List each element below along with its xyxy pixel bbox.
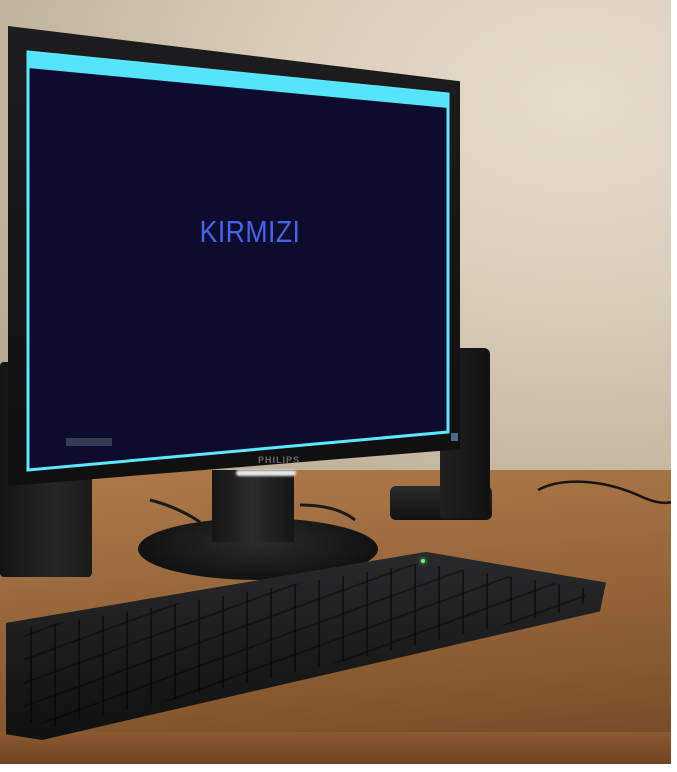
taskbar-button[interactable] [66,438,112,446]
monitor-stand-neck [212,470,294,542]
keyboard-led-icon [421,559,425,563]
image-border-bottom [0,764,677,772]
monitor-screen [28,52,448,470]
stimulus-word: KIRMIZI [199,214,301,249]
bezel-highlight [236,470,296,476]
monitor-brand: PHILIPS [258,455,301,465]
image-border-right [671,0,677,772]
tray-icon[interactable] [451,433,458,441]
desk-photo: PHILIPS KIRMIZI [0,0,677,772]
